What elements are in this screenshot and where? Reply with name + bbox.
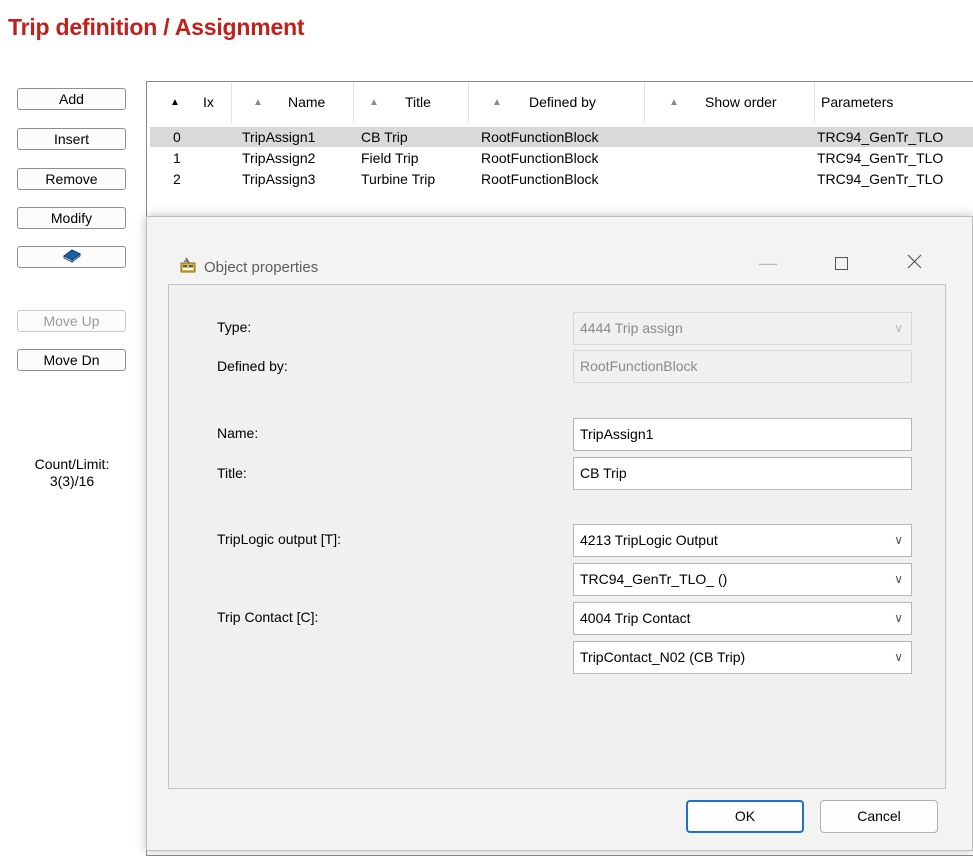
trip-contact-label: Trip Contact [C]: [217,609,319,625]
sort-up-icon: ▲ [369,97,379,108]
count-limit: Count/Limit: 3(3)/16 [14,456,130,490]
add-button[interactable]: Add [17,88,126,110]
insert-button[interactable]: Insert [17,128,126,150]
chevron-down-icon: ∨ [894,572,903,586]
minimize-icon[interactable]: — [759,253,777,274]
column-header-show-order[interactable]: ▲ Show order [645,82,815,123]
chevron-down-icon: ∨ [894,533,903,547]
chevron-down-icon: ∨ [894,611,903,625]
title-field[interactable]: CB Trip [573,457,912,490]
table-row[interactable]: 0 TripAssign1 CB Trip RootFunctionBlock … [150,127,973,147]
move-up-button[interactable]: Move Up [17,310,126,332]
book-icon [62,247,82,268]
column-header-name[interactable]: ▲ Name [232,82,354,123]
table-row[interactable]: 2 TripAssign3 Turbine Trip RootFunctionB… [150,169,973,189]
name-field[interactable]: TripAssign1 [573,418,912,451]
maximize-icon[interactable] [835,254,848,275]
sort-up-icon: ▲ [669,97,679,108]
sort-up-icon: ▲ [253,97,263,108]
trip-contact-value-select[interactable]: TripContact_N02 (CB Trip) ∨ [573,641,912,674]
book-button[interactable] [17,246,126,268]
count-label: Count/Limit: [34,456,110,472]
triplogic-value-select[interactable]: TRC94_GenTr_TLO_ () ∨ [573,563,912,596]
move-down-button[interactable]: Move Dn [17,349,126,371]
column-header-defined-by[interactable]: ▲ Defined by [469,82,645,123]
triplogic-label: TripLogic output [T]: [217,531,341,547]
column-header-parameters[interactable]: Parameters [815,82,973,123]
ok-button[interactable]: OK [686,800,804,833]
type-select: 4444 Trip assign ∨ [573,312,912,345]
modify-button[interactable]: Modify [17,207,126,229]
table-row[interactable]: 1 TripAssign2 Field Trip RootFunctionBlo… [150,148,973,168]
close-icon[interactable] [907,253,922,274]
chevron-down-icon: ∨ [894,650,903,664]
properties-group: Type: 4444 Trip assign ∨ Defined by: Roo… [168,284,946,789]
dialog-title: Object properties [204,259,319,276]
count-value: 3(3)/16 [49,473,95,489]
triplogic-type-select[interactable]: 4213 TripLogic Output ∨ [573,524,912,557]
properties-icon [180,257,198,276]
page-title: Trip definition / Assignment [8,14,305,40]
column-header-ix[interactable]: ▲ Ix [147,82,232,123]
object-properties-dialog: Object properties — Type: 4444 Trip assi… [146,216,973,851]
type-label: Type: [217,319,252,335]
trip-contact-type-select[interactable]: 4004 Trip Contact ∨ [573,602,912,635]
cancel-button[interactable]: Cancel [820,800,938,833]
remove-button[interactable]: Remove [17,168,126,190]
column-header-title[interactable]: ▲ Title [354,82,469,123]
name-label: Name: [217,425,259,441]
defined-by-field: RootFunctionBlock [573,350,912,383]
defined-by-label: Defined by: [217,358,288,374]
sort-up-icon: ▲ [170,97,180,108]
title-label: Title: [217,465,247,481]
sort-up-icon: ▲ [492,97,502,108]
chevron-down-icon: ∨ [894,321,903,335]
